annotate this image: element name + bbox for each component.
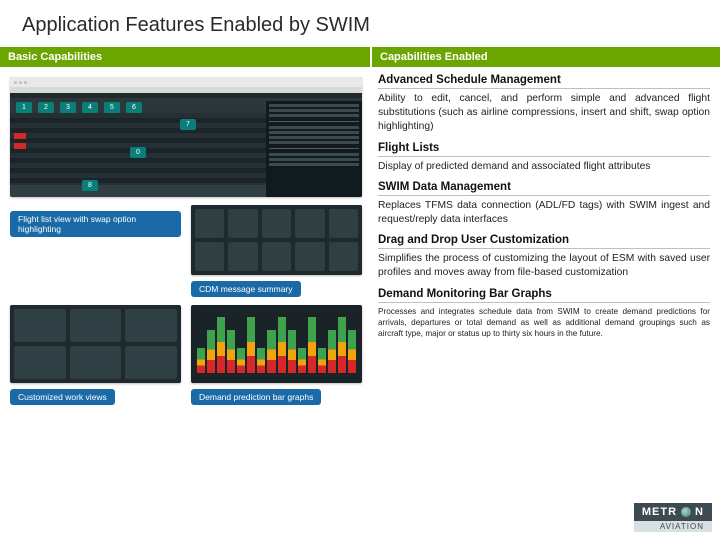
brand-text: METR <box>642 506 677 518</box>
globe-icon <box>681 507 691 517</box>
header-capabilities-enabled: Capabilities Enabled <box>372 47 720 67</box>
badge-1: 1 <box>16 102 32 113</box>
table-header: Basic Capabilities Capabilities Enabled <box>0 47 720 67</box>
caption-demand-bar: Demand prediction bar graphs <box>191 389 321 405</box>
basic-capabilities-column: 1 2 3 4 5 6 7 0 8 Flight list <box>0 67 372 411</box>
badge-2: 2 <box>38 102 54 113</box>
capability-body: Replaces TFMS data connection (ADL/FD ta… <box>378 199 710 227</box>
brand-subtext: AVIATION <box>634 521 712 532</box>
screenshot-work-views <box>10 305 181 383</box>
capability-heading: Advanced Schedule Management <box>378 71 710 89</box>
badge-5: 5 <box>104 102 120 113</box>
capability-body: Display of predicted demand and associat… <box>378 160 710 174</box>
caption-work-views: Customized work views <box>10 389 115 405</box>
badge-8: 8 <box>82 180 98 191</box>
capability-heading: Demand Monitoring Bar Graphs <box>378 285 710 303</box>
header-basic-capabilities: Basic Capabilities <box>0 47 372 67</box>
page-title: Application Features Enabled by SWIM <box>0 0 720 47</box>
capability-heading: Drag and Drop User Customization <box>378 231 710 249</box>
brand-logo: METR N AVIATION <box>634 503 712 532</box>
capability-body: Processes and integrates schedule data f… <box>378 306 710 339</box>
capability-item: Flight Lists Display of predicted demand… <box>378 139 710 174</box>
badge-4: 4 <box>82 102 98 113</box>
badge-3: 3 <box>60 102 76 113</box>
screenshot-demand-bar <box>191 305 362 383</box>
screenshot-flight-list: 1 2 3 4 5 6 7 0 8 <box>10 77 362 197</box>
badge-6: 6 <box>126 102 142 113</box>
capabilities-enabled-column: Advanced Schedule Management Ability to … <box>372 67 720 411</box>
capability-body: Simplifies the process of customizing th… <box>378 252 710 280</box>
screenshot-cdm <box>191 205 362 275</box>
capability-item: SWIM Data Management Replaces TFMS data … <box>378 178 710 227</box>
capability-heading: Flight Lists <box>378 139 710 157</box>
capability-heading: SWIM Data Management <box>378 178 710 196</box>
capability-body: Ability to edit, cancel, and perform sim… <box>378 92 710 135</box>
badge-0: 0 <box>130 147 146 158</box>
caption-cdm: CDM message summary <box>191 281 301 297</box>
caption-flight-list: Flight list view with swap option highli… <box>10 211 181 237</box>
capability-item: Demand Monitoring Bar Graphs Processes a… <box>378 285 710 339</box>
capability-item: Drag and Drop User Customization Simplif… <box>378 231 710 280</box>
capability-item: Advanced Schedule Management Ability to … <box>378 71 710 135</box>
badge-7: 7 <box>180 119 196 130</box>
